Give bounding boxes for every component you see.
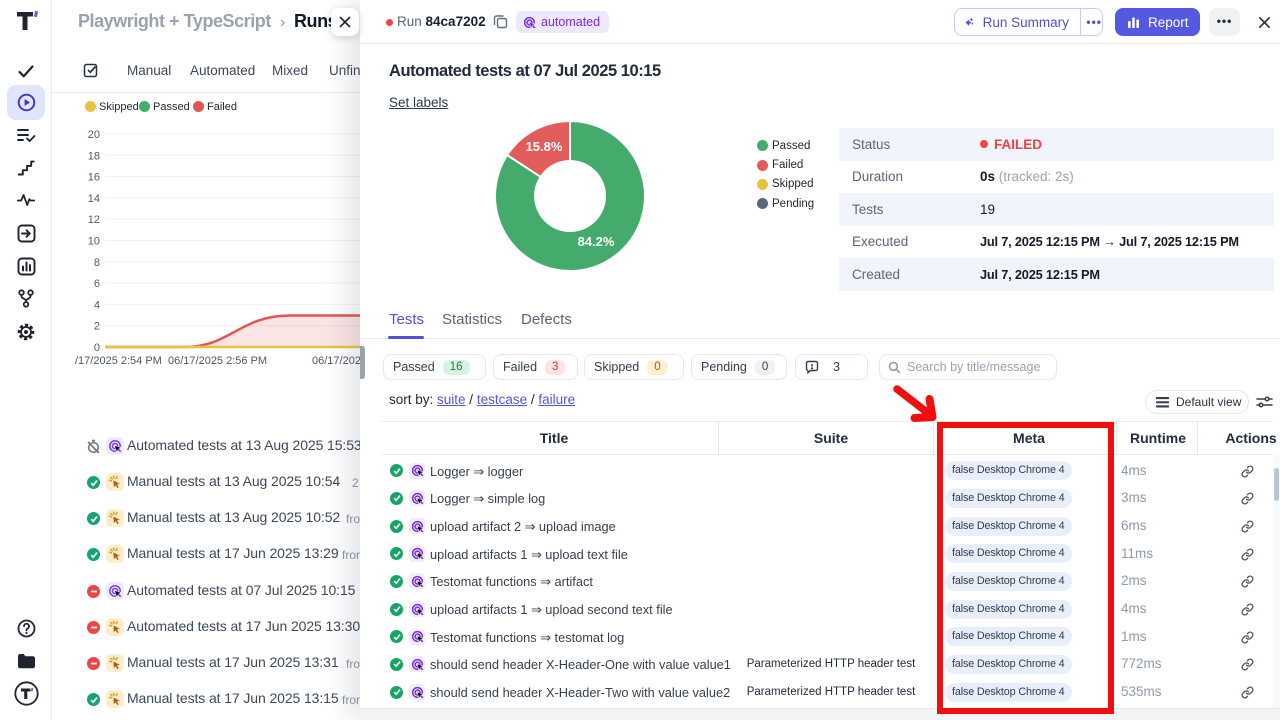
svg-text:8: 8 bbox=[94, 257, 100, 269]
svg-text:06/17/2025 2:56 PM: 06/17/2025 2:56 PM bbox=[168, 355, 267, 367]
svg-text:18: 18 bbox=[88, 150, 100, 162]
svg-text:/17/2025 2:54 PM: /17/2025 2:54 PM bbox=[75, 355, 162, 367]
svg-text:20: 20 bbox=[88, 129, 100, 141]
svg-text:15.8%: 15.8% bbox=[526, 139, 563, 154]
svg-text:2: 2 bbox=[94, 321, 100, 333]
svg-text:10: 10 bbox=[88, 236, 100, 248]
svg-text:84.2%: 84.2% bbox=[578, 234, 615, 249]
svg-text:6: 6 bbox=[94, 278, 100, 290]
svg-text:16: 16 bbox=[88, 172, 100, 184]
svg-text:06/17/2025: 06/17/2025 bbox=[312, 355, 367, 367]
svg-text:14: 14 bbox=[88, 193, 100, 205]
svg-text:12: 12 bbox=[88, 214, 100, 226]
svg-text:0: 0 bbox=[94, 342, 100, 354]
svg-text:4: 4 bbox=[94, 299, 100, 311]
